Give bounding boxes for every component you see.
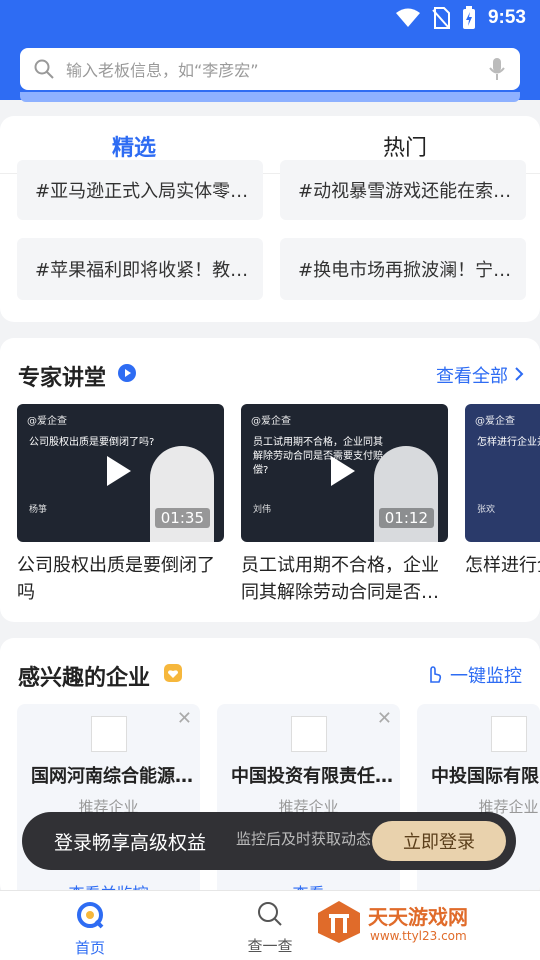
close-icon[interactable]: ✕ <box>177 708 192 729</box>
company-name: 国网河南综合能源… <box>31 766 193 787</box>
company-name: 中投国际有限 <box>431 766 539 787</box>
wifi-icon <box>395 8 420 27</box>
section-title: 感兴趣的企业 <box>18 666 151 691</box>
play-icon[interactable] <box>107 456 131 486</box>
toast-text: 登录畅享高级权益 <box>54 832 207 854</box>
video-card[interactable]: @爱企查 公司股权出质是要倒闭了吗? 杨箏 01:35 <box>17 404 224 542</box>
topic-item[interactable]: #换电市场再掀波澜！宁… <box>280 238 526 300</box>
login-button[interactable]: 立即登录 <box>372 821 506 861</box>
battery-charging-icon <box>462 6 475 29</box>
nav-home[interactable]: 首页 <box>50 901 130 958</box>
video-speaker: 张欢 <box>477 505 496 515</box>
topic-item[interactable]: #亚马逊正式入局实体零… <box>17 160 263 220</box>
nav-label: 查一查 <box>247 937 293 955</box>
status-icons: 9:53 <box>395 6 526 30</box>
watermark: 天天游戏网 www.ttyl23.com <box>316 899 526 953</box>
tab-hot[interactable]: 热门 <box>383 130 427 162</box>
nav-label: 首页 <box>74 939 105 957</box>
monitor-all-link[interactable]: 一键监控 <box>450 662 522 688</box>
watermark-url: www.ttyl23.com <box>370 929 467 943</box>
monitor-hand-icon[interactable] <box>426 664 442 684</box>
status-bar: 9:53 <box>0 0 540 36</box>
search-icon <box>258 902 282 926</box>
video-title[interactable]: 公司股权出质是要倒闭了吗 <box>17 552 227 606</box>
login-toast: 登录畅享高级权益 监控后及时获取动态 立即登录 <box>22 812 516 870</box>
video-logo: @爱企查 <box>475 416 515 427</box>
video-speaker: 刘伟 <box>253 505 272 515</box>
no-sim-icon <box>432 7 450 29</box>
video-title[interactable]: 员工试用期不合格，企业同其解除劳动合同是否… <box>241 552 451 606</box>
play-icon[interactable] <box>331 456 355 486</box>
nav-search[interactable]: 查一查 <box>230 901 310 956</box>
expert-section: 专家讲堂 查看全部 @爱企查 公司股权出质是要倒闭了吗? 杨箏 01:35 公司… <box>0 338 540 622</box>
video-card[interactable]: @爱企查 怎样进行企业并购 张欢 <box>465 404 540 542</box>
microphone-icon[interactable] <box>488 57 506 81</box>
news-card: 精选 热门 #亚马逊正式入局实体零… #动视暴雪游戏还能在索… #苹果福利即将收… <box>0 116 540 322</box>
video-speaker: 杨箏 <box>29 505 48 515</box>
banner-strip[interactable] <box>20 92 520 102</box>
company-logo <box>91 716 127 752</box>
section-title: 专家讲堂 <box>18 366 107 391</box>
search-icon <box>34 59 54 79</box>
company-logo <box>491 716 527 752</box>
video-question: 怎样进行企业并购 <box>477 437 540 448</box>
toast-subtext: 监控后及时获取动态 <box>236 830 372 848</box>
tab-featured[interactable]: 精选 <box>112 130 156 162</box>
view-all-link[interactable]: 查看全部 <box>436 362 508 388</box>
header-bar: 9:53 输入老板信息，如“李彦宏” <box>0 0 540 102</box>
topic-item[interactable]: #苹果福利即将收紧！教… <box>17 238 263 300</box>
chevron-right-icon[interactable] <box>514 366 524 382</box>
company-logo <box>291 716 327 752</box>
topic-item[interactable]: #动视暴雪游戏还能在索… <box>280 160 526 220</box>
heart-badge-icon <box>164 664 182 682</box>
video-duration: 01:12 <box>378 508 434 528</box>
video-duration: 01:35 <box>154 508 210 528</box>
company-name: 中国投资有限责任… <box>231 766 393 787</box>
video-card[interactable]: @爱企查 员工试用期不合格，企业同其解除劳动合同是否需要支付赔偿? 刘伟 01:… <box>241 404 448 542</box>
watermark-logo-icon <box>318 901 360 943</box>
video-logo: @爱企查 <box>27 416 67 427</box>
play-badge-icon <box>118 364 136 382</box>
video-question: 员工试用期不合格，企业同其解除劳动合同是否需要支付赔偿? <box>253 437 383 476</box>
watermark-name: 天天游戏网 <box>368 905 468 929</box>
home-icon <box>77 902 104 929</box>
status-time: 9:53 <box>487 7 526 28</box>
bottom-nav: 首页 查一查 天天游戏网 www.ttyl23.com <box>0 890 540 960</box>
close-icon[interactable]: ✕ <box>377 708 392 729</box>
search-placeholder[interactable]: 输入老板信息，如“李彦宏” <box>66 57 488 81</box>
video-title[interactable]: 怎样进行企业并购 <box>465 552 540 579</box>
video-question: 公司股权出质是要倒闭了吗? <box>29 437 155 448</box>
search-bar[interactable]: 输入老板信息，如“李彦宏” <box>20 48 520 90</box>
video-logo: @爱企查 <box>251 416 291 427</box>
